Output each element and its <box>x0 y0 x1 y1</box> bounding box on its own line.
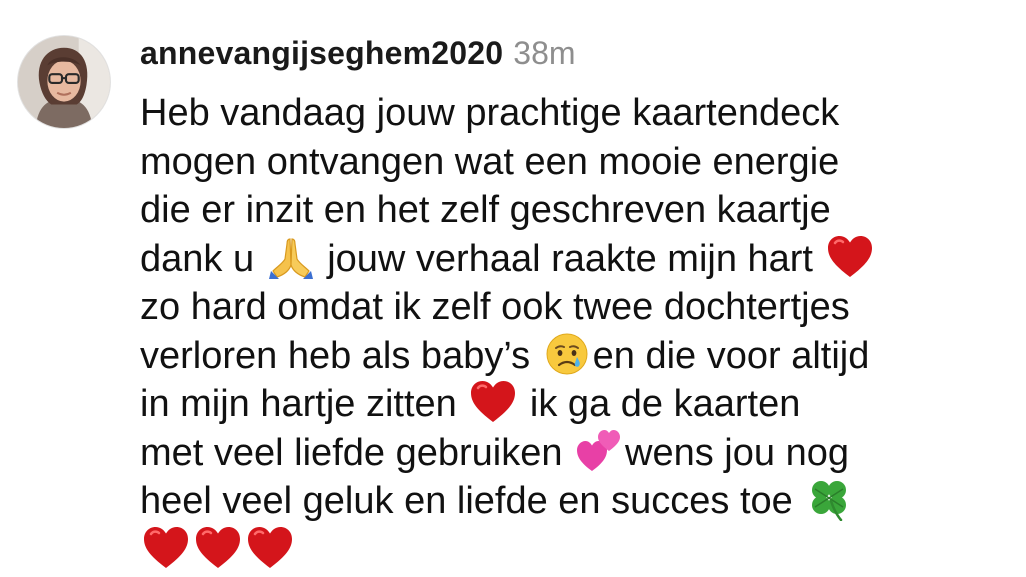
red-heart-icon <box>826 235 874 279</box>
comment-line: verloren heb als baby’s en die voor alti… <box>140 332 1010 381</box>
comment-text-segment: die er inzit en het zelf geschreven kaar… <box>140 189 831 231</box>
red-heart-icon <box>194 526 242 570</box>
comment-line: mogen ontvangen wat een mooie energie <box>140 138 1010 187</box>
comment: annevangijseghem2020 38m Heb vandaag jouw… <box>0 0 1026 577</box>
comment-line: zo hard omdat ik zelf ook twee dochtertj… <box>140 283 1010 332</box>
two-hearts-icon <box>575 429 623 473</box>
comment-text-segment: met veel liefde gebruiken <box>140 431 574 474</box>
comment-text-segment: jouw verhaal raakte mijn hart <box>316 237 824 280</box>
comment-text-segment: wens jou nog <box>625 431 849 474</box>
folded-hands-icon <box>267 235 315 279</box>
comment-text-segment: Heb vandaag jouw prachtige kaartendeck <box>140 92 840 134</box>
comment-text-segment: verloren heb als baby’s <box>140 334 541 377</box>
red-heart-icon <box>246 526 294 570</box>
username-link[interactable]: annevangijseghem2020 <box>140 35 503 71</box>
comment-line: heel veel geluk en liefde en succes toe <box>140 477 1010 526</box>
comment-text-segment: dank u <box>140 237 265 280</box>
avatar[interactable] <box>17 35 111 129</box>
crying-face-icon <box>543 332 591 376</box>
four-leaf-clover-icon <box>805 477 853 521</box>
comment-line: in mijn hartje zitten ik ga de kaarten <box>140 380 1010 429</box>
comment-line: dank u jouw verhaal raakte mijn hart <box>140 235 1010 284</box>
comment-text-segment: heel veel geluk en liefde en succes toe <box>140 480 804 522</box>
comment-line <box>140 526 1010 575</box>
avatar-image <box>18 36 110 128</box>
comment-line: met veel liefde gebruiken wens jou nog <box>140 429 1010 478</box>
timestamp: 38m <box>513 35 576 71</box>
red-heart-icon <box>469 380 517 424</box>
comment-text-segment: en die voor altijd <box>592 334 870 377</box>
comment-text-segment: in mijn hartje zitten <box>140 383 468 425</box>
comment-text-segment: mogen ontvangen wat een mooie energie <box>140 140 840 183</box>
comment-line: Heb vandaag jouw prachtige kaartendeck <box>140 89 1010 138</box>
comment-text-segment: ik ga de kaarten <box>519 383 801 425</box>
comment-header: annevangijseghem2020 38m <box>140 31 576 75</box>
comment-text: Heb vandaag jouw prachtige kaartendeck mo… <box>140 89 1010 574</box>
comment-line: die er inzit en het zelf geschreven kaar… <box>140 186 1010 235</box>
comment-text-segment: zo hard omdat ik zelf ook twee dochtertj… <box>140 286 850 328</box>
red-heart-icon <box>142 526 190 570</box>
